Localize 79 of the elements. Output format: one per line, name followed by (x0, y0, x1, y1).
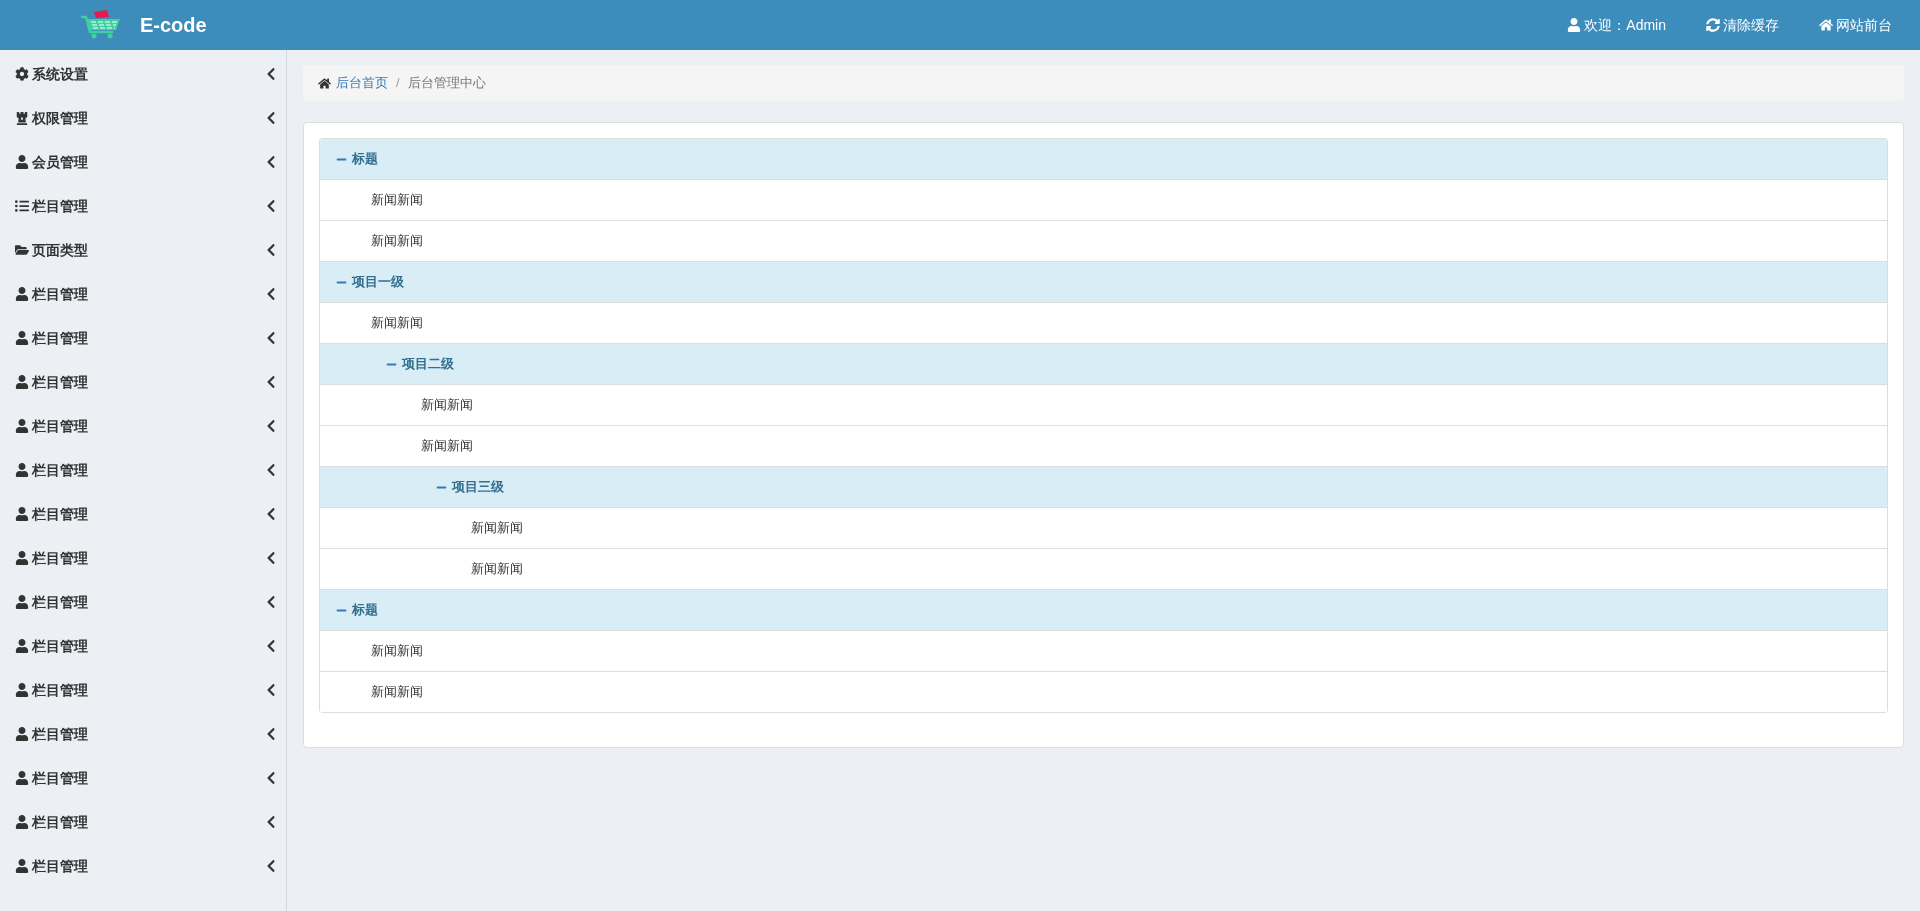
chevron-left-icon (266, 815, 276, 829)
breadcrumb-link[interactable]: 后台首页 (336, 73, 388, 93)
tree-group-header[interactable]: 项目二级 (320, 344, 1887, 385)
sidebar-item[interactable]: 栏目管理 (0, 756, 286, 800)
user-icon (15, 595, 29, 609)
chevron-left-icon (266, 551, 276, 565)
chevron-left-icon (266, 683, 276, 697)
chevron-left-icon (266, 463, 276, 477)
sidebar-item[interactable]: 栏目管理 (0, 360, 286, 404)
user-icon (15, 331, 29, 345)
settings-icon (15, 67, 29, 81)
chevron-left-icon (266, 67, 276, 81)
home-icon (1819, 18, 1833, 32)
user-icon (15, 375, 29, 389)
user-icon (15, 463, 29, 477)
group-title: 项目一级 (352, 273, 404, 292)
user-icon (15, 727, 29, 741)
user-icon (15, 639, 29, 653)
chevron-left-icon (266, 595, 276, 609)
tree-group-header[interactable]: 标题 (320, 590, 1887, 631)
logo-text: E-code (140, 13, 207, 38)
chevron-left-icon (266, 199, 276, 213)
chevron-left-icon (266, 727, 276, 741)
home-icon (318, 76, 331, 90)
chevron-left-icon (266, 771, 276, 785)
chevron-left-icon (266, 419, 276, 433)
sidebar-item[interactable]: 页面类型 (0, 228, 286, 272)
sidebar-item[interactable]: 栏目管理 (0, 404, 286, 448)
chevron-left-icon (266, 243, 276, 257)
folder-icon (15, 243, 29, 257)
sidebar-item[interactable]: 栏目管理 (0, 844, 286, 888)
sidebar-item[interactable]: 栏目管理 (0, 712, 286, 756)
chevron-left-icon (266, 111, 276, 125)
breadcrumb-separator: / (395, 74, 401, 93)
sidebar-item[interactable]: 栏目管理 (0, 316, 286, 360)
sidebar-item[interactable]: 系统设置 (0, 52, 286, 96)
sidebar-item[interactable]: 栏目管理 (0, 668, 286, 712)
nav-link[interactable]: 网站前台 (1819, 14, 1892, 36)
chevron-left-icon (266, 287, 276, 301)
user-icon (15, 859, 29, 873)
sidebar-item[interactable]: 栏目管理 (0, 580, 286, 624)
group-title: 标题 (352, 150, 378, 169)
group-title: 标题 (352, 601, 378, 620)
refresh-icon (1706, 18, 1720, 32)
sidebar-item[interactable]: 会员管理 (0, 140, 286, 184)
user-icon (15, 419, 29, 433)
chevron-left-icon (266, 639, 276, 653)
user-icon (15, 551, 29, 565)
user-icon (15, 507, 29, 521)
tree-group-header[interactable]: 项目一级 (320, 262, 1887, 303)
chevron-left-icon (266, 155, 276, 169)
user-icon (15, 155, 29, 169)
chevron-left-icon (266, 331, 276, 345)
rook-icon (15, 111, 29, 125)
cart-logo-icon (80, 10, 122, 40)
group-title: 项目二级 (402, 355, 454, 374)
nav-link[interactable]: 清除缓存 (1706, 14, 1779, 36)
sidebar-item[interactable]: 栏目管理 (0, 536, 286, 580)
user-icon (1567, 18, 1582, 32)
sidebar-item[interactable]: 栏目管理 (0, 624, 286, 668)
breadcrumb-current: 后台管理中心 (407, 74, 486, 93)
sidebar-item[interactable]: 栏目管理 (0, 184, 286, 228)
tree-group-header[interactable]: 标题 (320, 139, 1887, 180)
group-title: 项目三级 (452, 478, 504, 497)
chevron-left-icon (266, 859, 276, 873)
user-icon (15, 683, 29, 697)
user-icon (15, 771, 29, 785)
list-icon (15, 199, 29, 213)
chevron-left-icon (266, 375, 276, 389)
user-icon (15, 815, 29, 829)
sidebar-item[interactable]: 栏目管理 (0, 800, 286, 844)
chevron-left-icon (266, 507, 276, 521)
nav-link[interactable]: 欢迎：Admin (1567, 14, 1666, 36)
sidebar-item[interactable]: 栏目管理 (0, 448, 286, 492)
user-icon (15, 287, 29, 301)
sidebar-item[interactable]: 栏目管理 (0, 492, 286, 536)
sidebar-item[interactable]: 栏目管理 (0, 272, 286, 316)
tree-group-header[interactable]: 项目三级 (320, 467, 1887, 508)
sidebar-item[interactable]: 权限管理 (0, 96, 286, 140)
